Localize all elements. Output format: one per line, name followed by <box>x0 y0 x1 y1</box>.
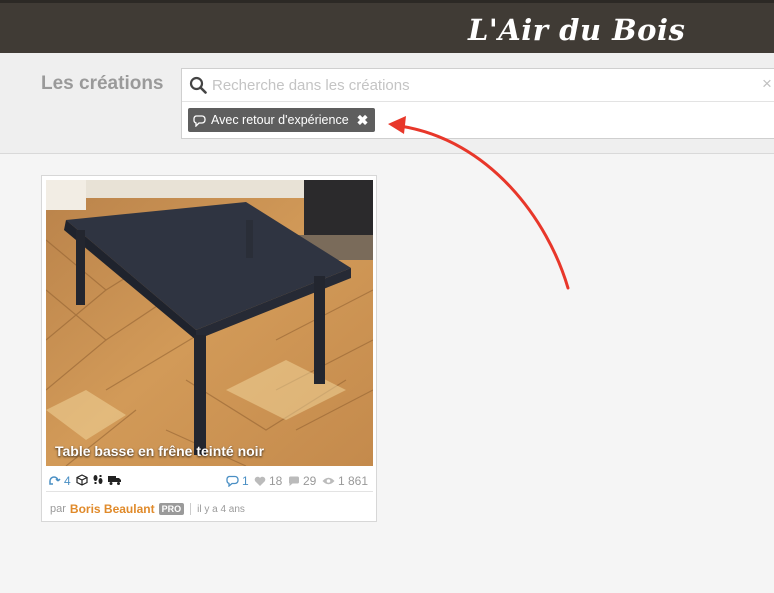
search-row: × <box>182 69 774 102</box>
search-icon <box>189 76 207 94</box>
comments-count: 29 <box>303 474 317 488</box>
category-icons <box>76 474 122 486</box>
search-input[interactable] <box>212 74 752 96</box>
footprints-icon <box>93 475 103 484</box>
author-row: par Boris Beaulant PRO il y a 4 ans <box>50 502 245 516</box>
post-time: il y a 4 ans <box>197 503 245 515</box>
feedback-icon <box>226 475 239 487</box>
heart-icon <box>254 476 266 486</box>
views-count: 1 861 <box>338 474 369 488</box>
cube-icon <box>76 474 88 486</box>
inspirations-stat[interactable]: 4 <box>48 474 71 488</box>
inspirations-count: 4 <box>64 474 71 488</box>
section-title: Les créations <box>41 73 164 94</box>
inspiration-icon <box>49 476 61 485</box>
filter-tag[interactable]: Avec retour d'expérience ✖ <box>188 108 376 132</box>
clear-search-icon[interactable]: × <box>762 74 772 94</box>
creation-card[interactable]: Table basse en frêne teinté noir 4 1 18 … <box>41 175 377 522</box>
feedback-stat[interactable]: 1 <box>226 474 249 488</box>
creation-stats: 4 1 18 29 1 861 <box>46 470 373 492</box>
truck-icon <box>108 476 121 485</box>
feedback-count: 1 <box>242 474 249 488</box>
author-name[interactable]: Boris Beaulant <box>70 502 155 516</box>
table-photo-image <box>46 180 373 466</box>
comments-stat[interactable]: 29 <box>288 474 316 488</box>
filter-tag-label: Avec retour d'expérience <box>211 113 349 127</box>
creation-title[interactable]: Table basse en frêne teinté noir <box>55 443 264 459</box>
annotation-arrow <box>388 116 570 290</box>
top-bar: L'Air du Bois <box>0 0 774 53</box>
eye-icon <box>322 477 335 485</box>
creation-photo[interactable]: Table basse en frêne teinté noir <box>46 180 373 466</box>
pro-badge: PRO <box>158 503 185 515</box>
views-stat: 1 861 <box>322 474 368 488</box>
feedback-bubble-icon <box>193 114 206 127</box>
likes-count: 18 <box>269 474 283 488</box>
likes-stat[interactable]: 18 <box>254 474 282 488</box>
brand-logo[interactable]: L'Air du Bois <box>468 13 685 47</box>
author-prefix: par <box>50 503 66 515</box>
comment-icon <box>288 476 299 486</box>
remove-filter-icon[interactable]: ✖ <box>357 112 369 129</box>
divider <box>190 503 192 515</box>
